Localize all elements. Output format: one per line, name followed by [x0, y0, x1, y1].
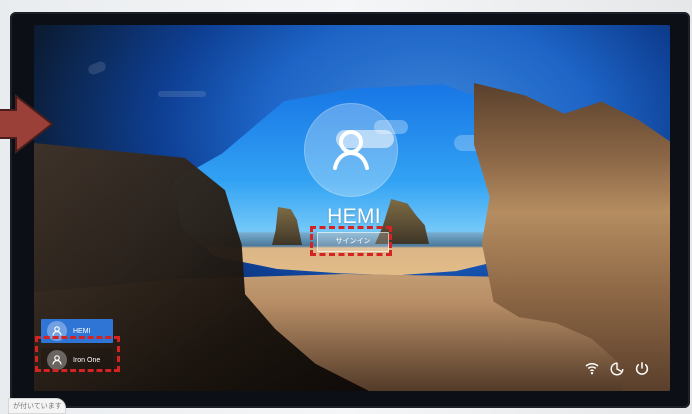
lock-screen: HEMI サインイン HEMI Iron One [34, 25, 670, 391]
user-avatar [304, 103, 398, 197]
user-icon [333, 130, 369, 170]
signin-highlight [310, 226, 392, 256]
status-icons [584, 361, 650, 377]
photo-background: HEMI サインイン HEMI Iron One が付いています [0, 0, 692, 414]
user-highlight [35, 336, 120, 372]
user-item-label: HEMI [73, 327, 91, 335]
power-icon[interactable] [634, 361, 650, 377]
accessibility-icon[interactable] [609, 361, 625, 377]
network-icon[interactable] [584, 361, 600, 377]
arrow-pointer-icon [0, 93, 54, 155]
corner-sticker: が付いています [8, 398, 66, 414]
